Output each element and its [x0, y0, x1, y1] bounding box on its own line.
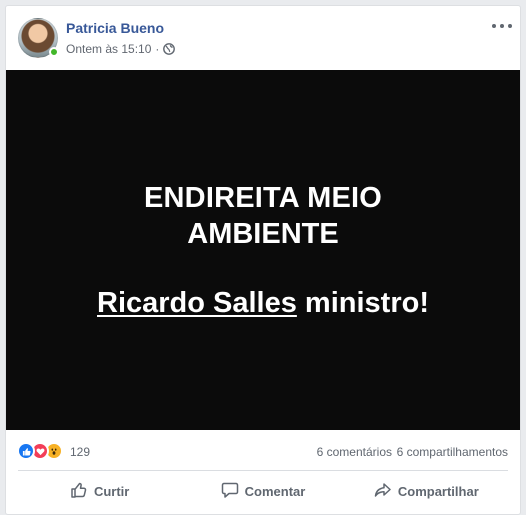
action-bar: Curtir Comentar Compartilhar [18, 470, 508, 510]
image-text-line1: ENDIREITA MEIO [143, 182, 383, 214]
like-button-label: Curtir [93, 484, 130, 499]
post-timestamp[interactable]: Ontem às 15:10 [66, 41, 151, 57]
post-card: Patricia Bueno Ontem às 15:10 · ENDIREIT… [5, 5, 521, 515]
online-status-indicator [49, 47, 59, 57]
post-header: Patricia Bueno Ontem às 15:10 · [6, 6, 520, 70]
image-text-line3: Ricardo Salles ministro! [6, 285, 520, 321]
globe-icon[interactable] [163, 43, 176, 55]
reaction-icons[interactable] [17, 442, 63, 460]
meta-separator: · [155, 42, 160, 56]
reactions-row: 129 6 comentários 6 compartilhamentos [6, 430, 520, 468]
post-meta: Ontem às 15:10 · [66, 41, 176, 57]
image-text-underlined: Ricardo Salles [97, 287, 297, 319]
share-arrow-icon [374, 481, 392, 502]
more-horizontal-icon[interactable] [492, 20, 512, 32]
speech-bubble-icon [221, 481, 239, 502]
author-name-link[interactable]: Patricia Bueno [66, 19, 164, 37]
like-button[interactable]: Curtir [18, 471, 181, 510]
comment-button-label: Comentar [244, 484, 306, 499]
image-text-rest: ministro! [296, 287, 429, 319]
thumbs-up-icon [70, 481, 88, 502]
dot [492, 24, 496, 28]
share-button-label: Compartilhar [397, 484, 479, 499]
author-avatar-container[interactable] [18, 18, 59, 58]
share-button[interactable]: Compartilhar [345, 471, 508, 510]
image-text-line2: AMBIENTE [187, 218, 339, 250]
dot [500, 24, 504, 28]
like-icon[interactable] [17, 442, 35, 460]
reaction-count[interactable]: 129 [70, 444, 90, 460]
comment-button[interactable]: Comentar [181, 471, 344, 510]
dot [508, 24, 512, 28]
shares-count-link[interactable]: 6 compartilhamentos [397, 444, 508, 460]
comments-count-link[interactable]: 6 comentários [317, 444, 392, 460]
post-image[interactable]: ENDIREITA MEIO AMBIENTE Ricardo Salles m… [6, 70, 520, 430]
